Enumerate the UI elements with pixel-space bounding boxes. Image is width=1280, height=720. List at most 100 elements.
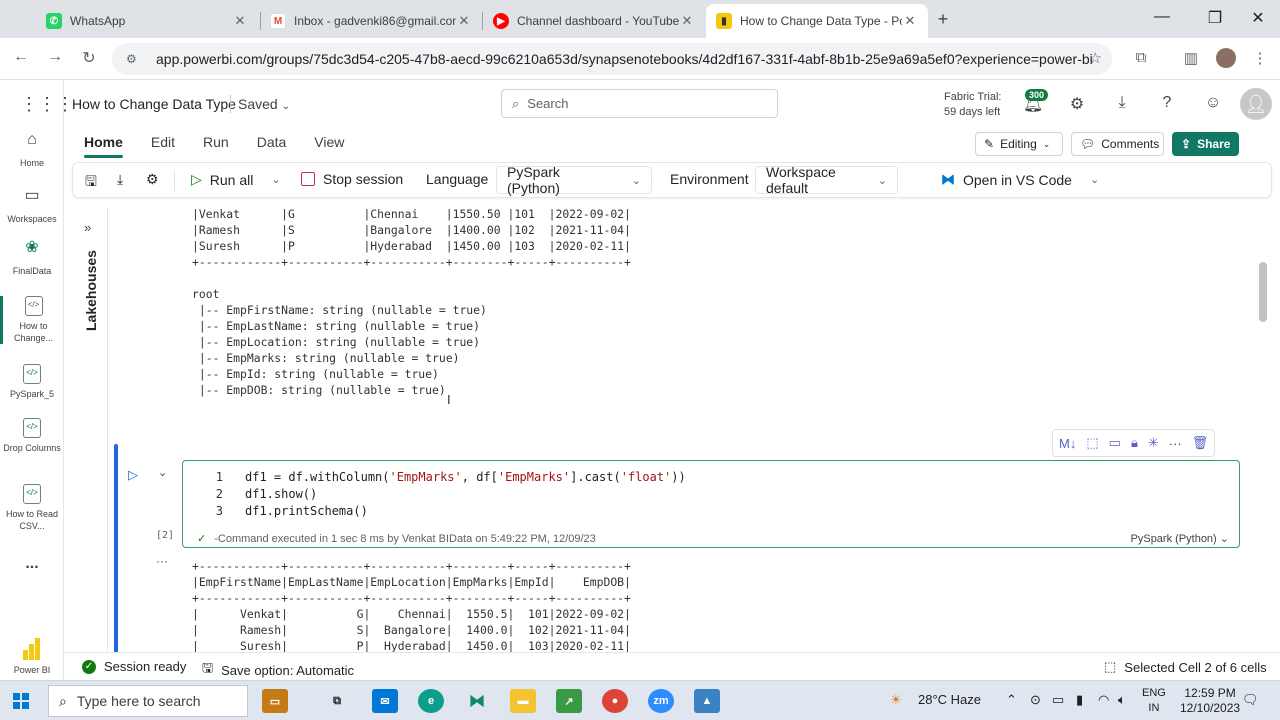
cell-language[interactable]: PySpark (Python) ⌄ xyxy=(1131,532,1229,545)
more-options-icon[interactable]: ··· xyxy=(1169,436,1182,451)
stop-icon xyxy=(301,172,315,186)
comments-button[interactable]: 💬︎ Comments xyxy=(1071,132,1164,156)
scrollbar-thumb[interactable] xyxy=(1259,262,1267,322)
run-all-button[interactable]: ▷ Run all ⌄ xyxy=(191,171,281,188)
tab-youtube[interactable]: ▶ Channel dashboard - YouTube ✕ xyxy=(483,4,705,38)
close-icon[interactable]: ✕ xyxy=(902,13,918,29)
rail-item-finaldata[interactable]: ❀ FinalData xyxy=(0,240,64,277)
rail-item-pyspark5[interactable]: </> PySpark_5 xyxy=(0,364,64,400)
new-tab-icon[interactable]: + xyxy=(933,9,953,30)
editing-mode-button[interactable]: ✎ Editing ⌄ xyxy=(975,132,1063,156)
tab-view[interactable]: View xyxy=(314,134,344,158)
gear-icon[interactable]: ⚙ xyxy=(1066,94,1088,114)
rail-item-drop-columns[interactable]: </> Drop Columns xyxy=(0,418,64,454)
close-icon[interactable]: ✕ xyxy=(679,13,695,29)
photos-icon[interactable]: ▲ xyxy=(694,689,720,713)
environment-dropdown[interactable]: Workspace default ⌄ xyxy=(755,164,898,196)
extensions-icon[interactable]: ⧉ xyxy=(1131,49,1151,66)
zoom-icon[interactable]: zm xyxy=(648,689,674,713)
tab-run[interactable]: Run xyxy=(203,134,229,158)
input-language[interactable]: ENG IN xyxy=(1142,686,1166,716)
rail-item-workspaces[interactable]: ▭ Workspaces xyxy=(0,188,64,225)
rail-item-how-to-change[interactable]: </> How to Change... xyxy=(0,296,64,344)
restore-icon[interactable]: ❐ xyxy=(1205,8,1225,28)
bookmark-star-icon[interactable]: ☆ xyxy=(1089,49,1102,67)
minimize-icon[interactable]: — xyxy=(1152,8,1172,26)
tab-whatsapp[interactable]: ✆ WhatsApp ✕ xyxy=(36,4,258,38)
share-button[interactable]: ⇪ Share xyxy=(1172,132,1239,156)
volume-icon[interactable]: 🔈︎ xyxy=(1118,692,1126,708)
comment-icon[interactable]: ▭ xyxy=(1109,435,1121,451)
save-icon[interactable]: 🖫︎ xyxy=(85,171,97,195)
reload-icon[interactable]: ↻ xyxy=(78,48,100,68)
download-icon[interactable]: ⤓ xyxy=(117,171,123,188)
output-more-icon[interactable]: ··· xyxy=(156,554,168,568)
save-option[interactable]: 🖫︎ Save option: Automatic xyxy=(202,659,354,681)
tab-home[interactable]: Home xyxy=(84,134,123,158)
notebook-title[interactable]: How to Change Data Type xyxy=(72,96,236,112)
stop-session-button[interactable]: Stop session xyxy=(301,171,403,187)
edge-icon[interactable]: e xyxy=(418,689,444,713)
delete-icon[interactable]: 🗑︎ xyxy=(1192,435,1209,451)
code-cell[interactable]: 1 df1 = df.withColumn('EmpMarks', df['Em… xyxy=(182,460,1240,548)
settings-icon[interactable]: ⚙ xyxy=(146,171,159,188)
system-clock[interactable]: 12:59 PM 12/10/2023 xyxy=(1180,686,1240,716)
frame-icon[interactable]: ⬚ xyxy=(1086,435,1098,451)
sidepanel-icon[interactable]: ▥ xyxy=(1181,49,1201,67)
saved-status[interactable]: Saved ⌄ xyxy=(238,96,290,112)
run-cell-button[interactable]: ▷ xyxy=(128,467,138,483)
notification-center-icon[interactable]: 🗨︎ xyxy=(1242,692,1259,708)
chevron-up-icon[interactable]: ⌃ xyxy=(1006,692,1017,708)
briefcase-icon[interactable]: ▭ xyxy=(262,689,288,713)
open-vscode-button[interactable]: ⧓ Open in VS Code ⌄ xyxy=(941,171,1099,188)
close-icon[interactable]: ✕ xyxy=(232,13,248,29)
network-icon[interactable]: ▭ xyxy=(1052,692,1064,708)
session-status[interactable]: ✓ Session ready xyxy=(82,659,186,674)
chevron-down-icon[interactable]: ⌄ xyxy=(158,466,167,479)
download-icon[interactable]: ⤓ xyxy=(1111,94,1133,112)
weather-icon[interactable]: ☀ xyxy=(890,692,902,708)
battery-icon[interactable]: ▮ xyxy=(1076,692,1083,708)
windows-start-icon[interactable] xyxy=(13,693,29,709)
url-field[interactable]: ⚙ app.powerbi.com/groups/75dc3d54-c205-4… xyxy=(112,43,1112,75)
fabric-trial[interactable]: Fabric Trial: 59 days left xyxy=(944,90,1001,120)
tab-gmail[interactable]: M Inbox - gadvenki86@gmail.com ✕ xyxy=(260,4,482,38)
freeze-icon[interactable]: ✳ xyxy=(1148,435,1159,451)
browser-menu-icon[interactable]: ⋮ xyxy=(1250,49,1270,67)
language-dropdown[interactable]: PySpark (Python) ⌄ xyxy=(496,164,652,196)
feedback-icon[interactable]: ☺ xyxy=(1202,94,1224,112)
chrome-icon[interactable]: ● xyxy=(602,689,628,713)
profile-avatar[interactable] xyxy=(1216,48,1236,68)
selected-cell-indicator xyxy=(114,444,118,652)
forward-icon[interactable]: → xyxy=(44,48,66,66)
app-launcher-icon[interactable]: ⋮⋮⋮ xyxy=(20,94,74,115)
vscode-icon[interactable]: ⧓ xyxy=(464,689,490,713)
window-close-icon[interactable]: ✕ xyxy=(1248,8,1268,28)
site-info-icon[interactable]: ⚙ xyxy=(126,52,142,66)
user-avatar[interactable]: 👤︎ xyxy=(1240,88,1272,120)
tab-data[interactable]: Data xyxy=(257,134,287,158)
help-icon[interactable]: ? xyxy=(1156,94,1178,112)
environment-label: Environment xyxy=(670,171,749,187)
mail-icon[interactable]: ✉ xyxy=(372,689,398,713)
chart-app-icon[interactable]: ↗ xyxy=(556,689,582,713)
back-icon[interactable]: ← xyxy=(10,48,32,66)
comments-label: Comments xyxy=(1101,137,1160,151)
expand-icon[interactable]: » xyxy=(84,220,91,235)
file-explorer-icon[interactable]: ▬ xyxy=(510,689,536,713)
tab-edit[interactable]: Edit xyxy=(151,134,175,158)
rail-item-powerbi[interactable]: Power BI xyxy=(0,638,64,676)
close-icon[interactable]: ✕ xyxy=(456,13,472,29)
taskbar-search-input[interactable]: ⌕ Type here to search xyxy=(48,685,248,717)
weather-text[interactable]: 28°C Haze xyxy=(918,692,981,707)
lock-icon[interactable]: 🔒︎ xyxy=(1131,435,1138,451)
tab-powerbi[interactable]: ▮ How to Change Data Type - Po ✕ xyxy=(706,4,928,38)
more-icon[interactable]: ... xyxy=(0,556,64,572)
rail-item-read-csv[interactable]: </> How to Read CSV... xyxy=(0,484,64,532)
search-input[interactable]: ⌕ Search xyxy=(501,89,778,118)
markdown-icon[interactable]: M↓ xyxy=(1059,436,1076,451)
meet-icon[interactable]: ⊙ xyxy=(1030,692,1041,708)
task-view-icon[interactable]: ⧉ xyxy=(324,689,350,713)
rail-item-home[interactable]: ⌂ Home xyxy=(0,132,64,169)
wifi-icon[interactable]: ◠ xyxy=(1098,692,1109,708)
